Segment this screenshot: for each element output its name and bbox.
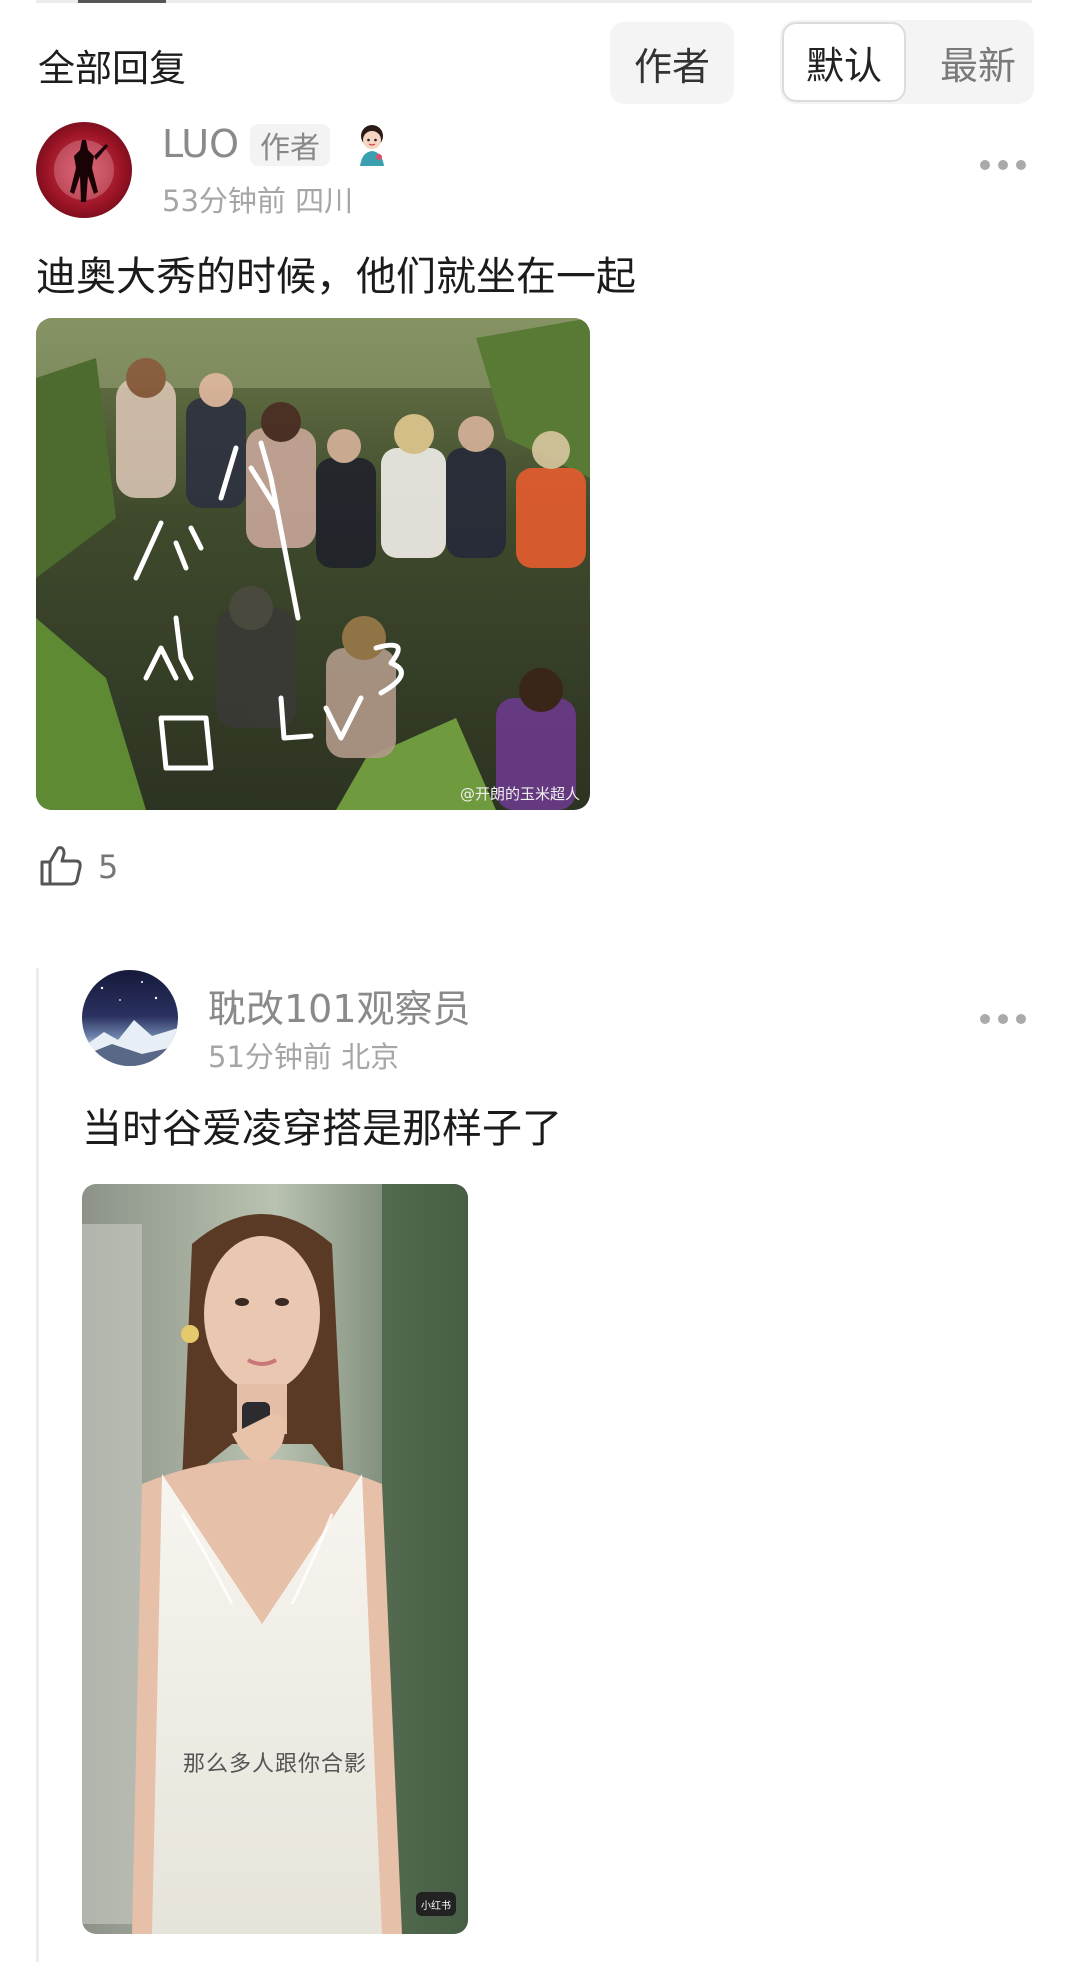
comment-photo[interactable]: @开朗的玉米超人 (36, 318, 590, 810)
avatar[interactable] (36, 122, 132, 218)
top-divider (36, 0, 1032, 3)
comment-meta: 53分钟前 四川 (162, 178, 353, 220)
reply-time: 51分钟前 (208, 1040, 332, 1074)
filter-author-button[interactable]: 作者 (610, 22, 734, 104)
reply-photo[interactable]: 那么多人跟你合影 小红书 (82, 1184, 468, 1934)
comment-username[interactable]: LUO (162, 122, 239, 166)
reply-username[interactable]: 耽改101观察员 (208, 978, 471, 1033)
more-dots-icon[interactable] (980, 1014, 1026, 1024)
avatar-silhouette-icon (54, 140, 114, 202)
photo-caption: 那么多人跟你合影 (182, 1752, 367, 1777)
sort-newest-button[interactable]: 最新 (928, 22, 1028, 102)
comment-location: 四川 (295, 184, 354, 218)
reply-meta: 51分钟前 北京 (208, 1034, 399, 1076)
reply-thread-line (36, 968, 39, 1962)
thumbs-up-icon[interactable] (36, 840, 86, 890)
sort-toggle: 默认 最新 (780, 20, 1034, 104)
replies-title: 全部回复 (38, 47, 186, 90)
sort-default-button[interactable]: 默认 (782, 22, 906, 102)
more-dots-icon[interactable] (980, 160, 1026, 170)
comment-time: 53分钟前 (162, 184, 286, 218)
reply-location: 北京 (341, 1040, 400, 1074)
character-badge-icon (352, 122, 392, 166)
xiaohongshu-logo: 小红书 (416, 1892, 456, 1916)
reply-text: 当时谷爱凌穿搭是那样子了 (82, 1106, 562, 1152)
top-scroll-indicator (78, 0, 166, 3)
author-badge: 作者 (250, 124, 330, 166)
photo-watermark: @开朗的玉米超人 (459, 785, 580, 803)
crowd-photo (36, 318, 590, 810)
replies-header: 全部回复 作者 默认 最新 (0, 18, 1072, 110)
mountain-avatar-icon (82, 981, 178, 1066)
comment-text: 迪奥大秀的时候，他们就坐在一起 (36, 254, 636, 300)
reply-avatar[interactable] (82, 970, 178, 1066)
portrait-photo (82, 1184, 468, 1934)
like-count: 5 (98, 848, 119, 886)
